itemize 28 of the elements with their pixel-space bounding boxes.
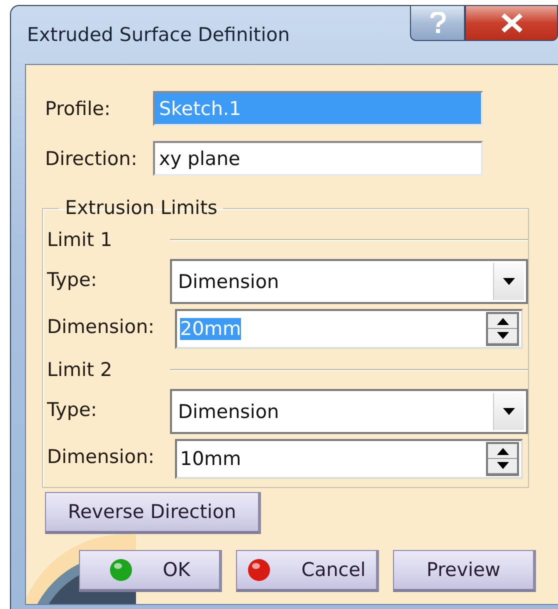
spin-buttons[interactable] (486, 442, 519, 476)
section-heading: Limit 1 (47, 229, 114, 251)
spin-buttons[interactable] (486, 312, 519, 346)
ball-icon (247, 558, 272, 582)
group-legend: Extrusion Limits (59, 197, 224, 219)
field-label: Type: (47, 398, 98, 420)
type-dropdown[interactable]: Dimension (170, 389, 528, 434)
field-label: Profile: (45, 98, 112, 120)
section-heading: Limit 2 (47, 359, 114, 381)
window-title: Extruded Surface Definition (27, 24, 290, 46)
reverse-direction-button[interactable]: Reverse Direction (45, 492, 261, 534)
text-field[interactable]: xy plane (153, 141, 483, 176)
type-dropdown[interactable]: Dimension (170, 259, 528, 304)
dialog-button[interactable]: Preview (393, 550, 536, 592)
dropdown-arrow-icon (502, 408, 516, 416)
dialog-button[interactable]: OK (79, 550, 222, 592)
dropdown-arrow-icon (502, 278, 516, 286)
field-label: Type: (47, 268, 98, 290)
dimension-field[interactable]: 10mm (175, 439, 523, 479)
help-button[interactable] (410, 5, 465, 41)
close-button[interactable] (465, 5, 558, 41)
ball-icon (108, 558, 133, 582)
field-label: Direction: (45, 148, 138, 170)
field-label: Dimension: (47, 316, 156, 338)
close-icon (500, 13, 524, 33)
field-label: Dimension: (47, 446, 156, 468)
help-icon (430, 12, 446, 34)
dialog-button[interactable]: Cancel (236, 550, 379, 592)
